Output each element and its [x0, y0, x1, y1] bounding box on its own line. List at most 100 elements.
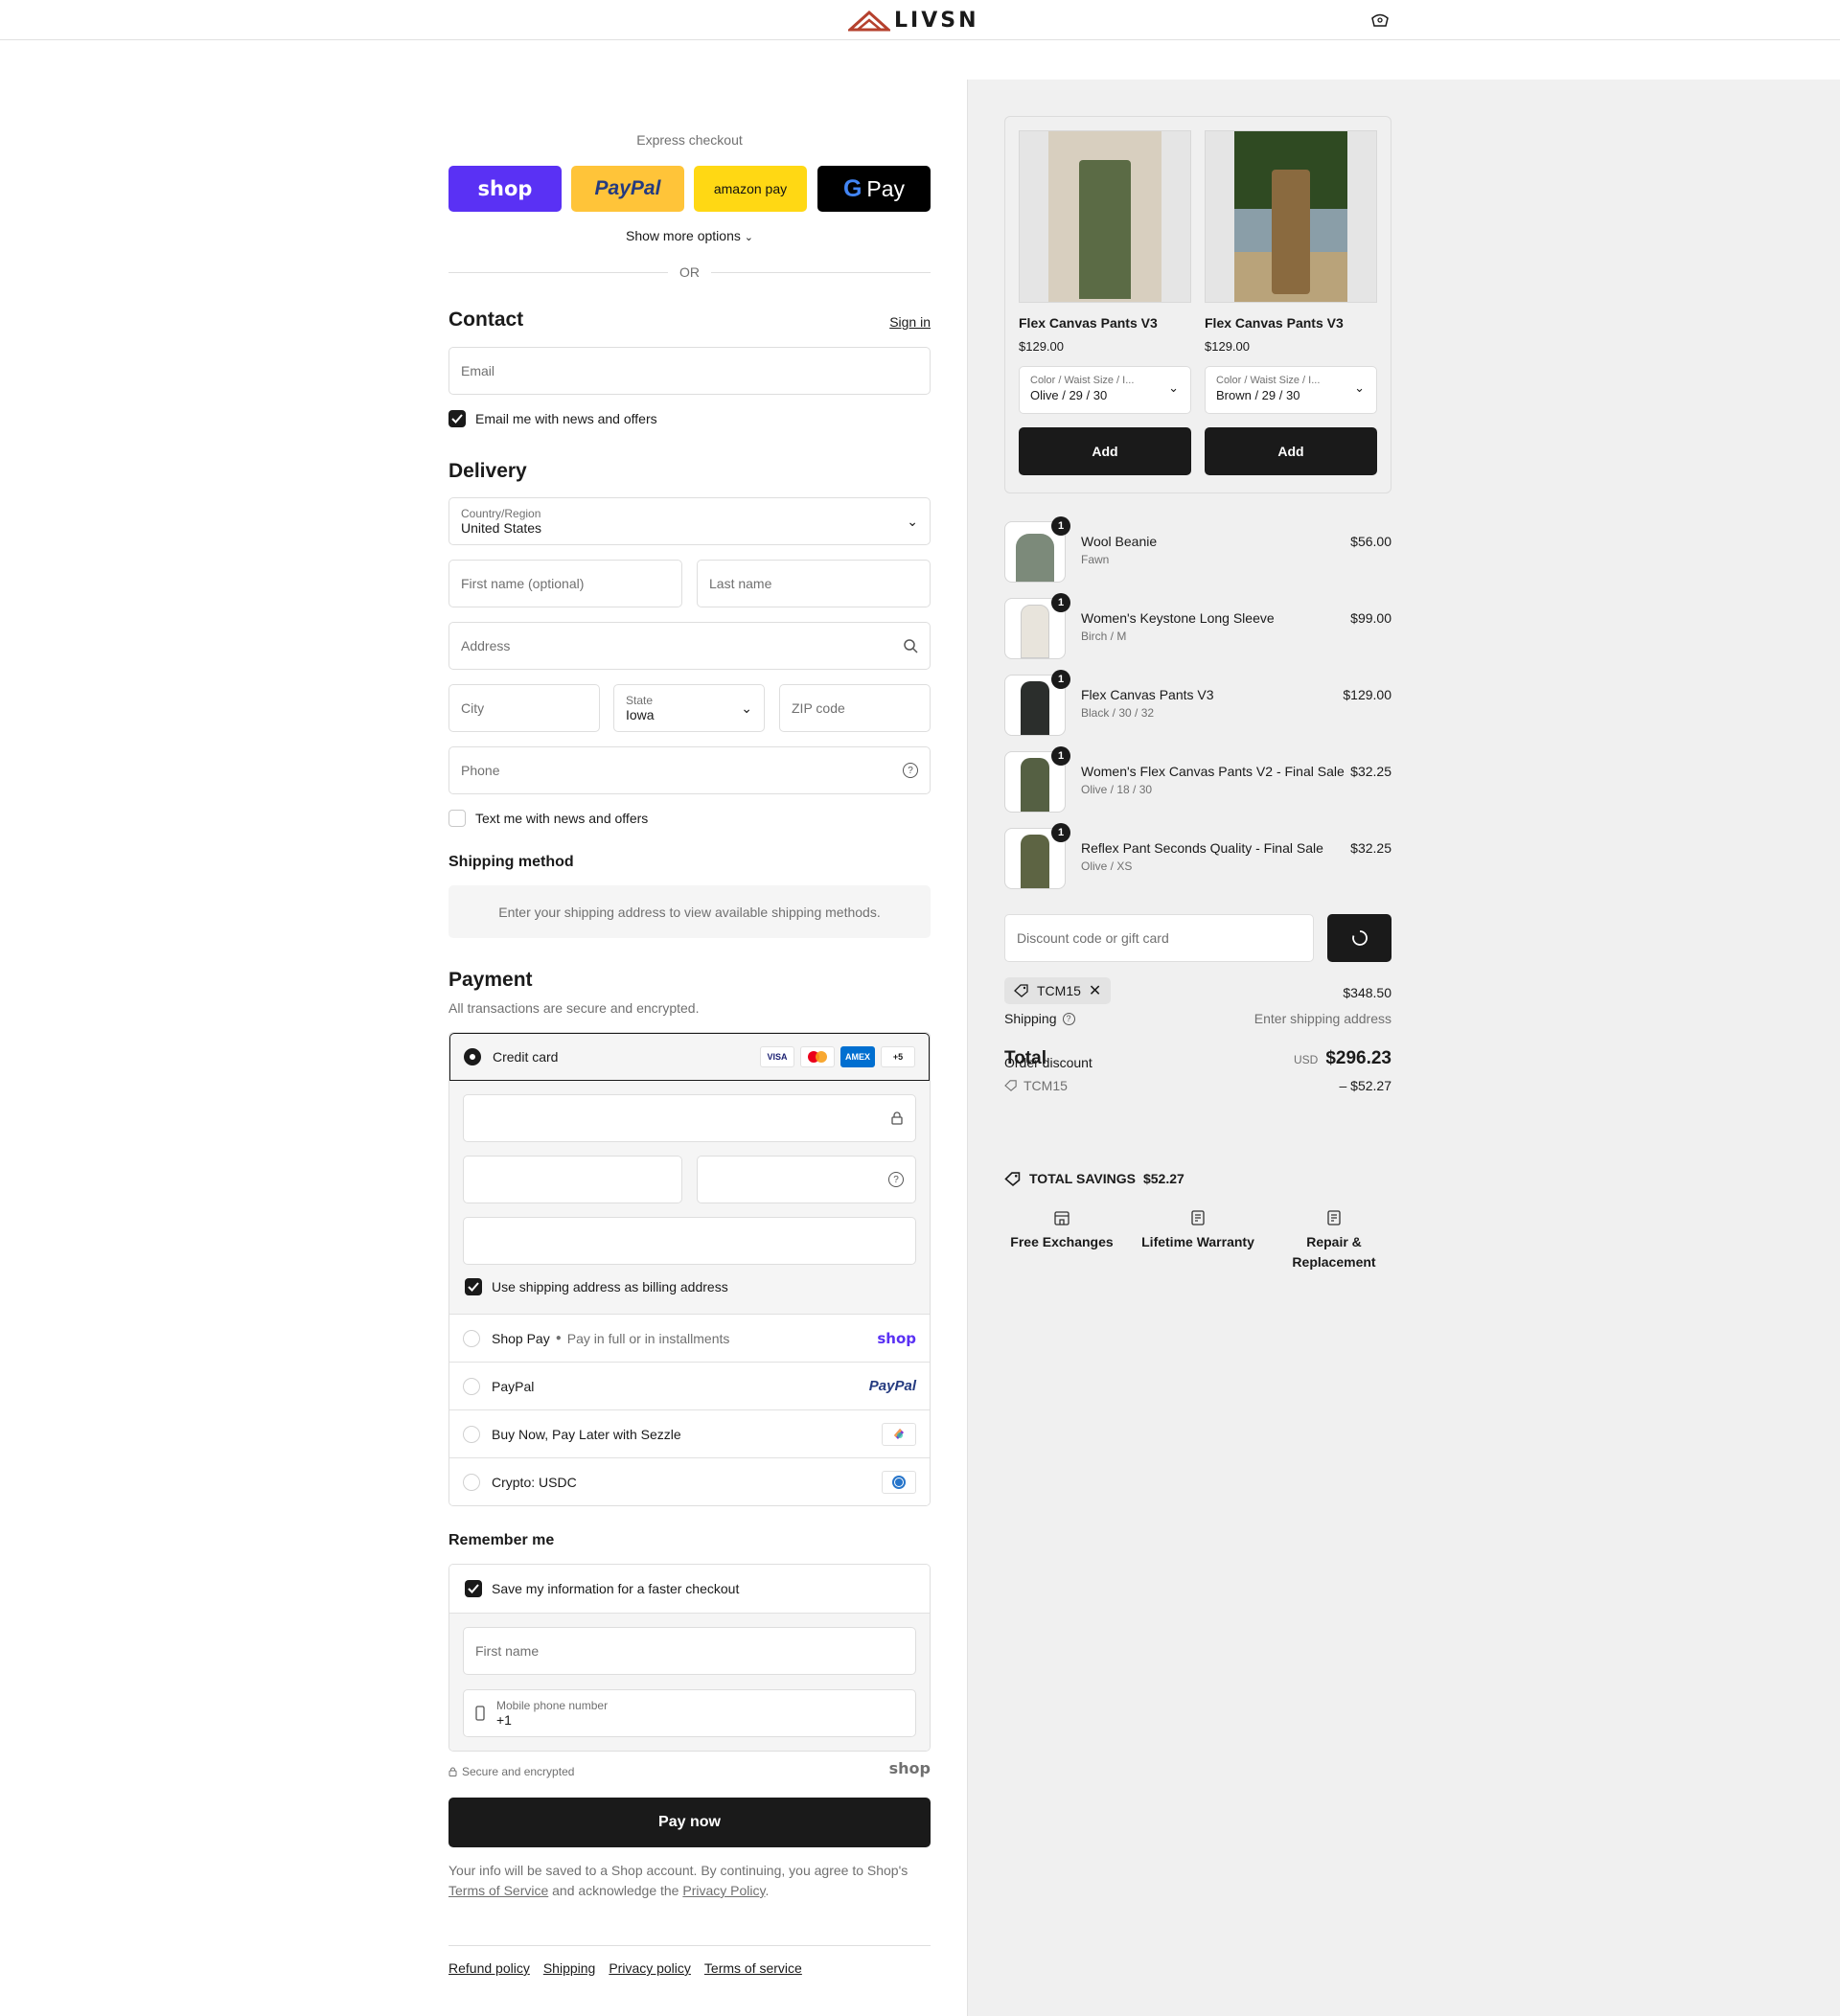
total-savings: TOTAL SAVINGS $52.27 — [1004, 1171, 1184, 1186]
product-image[interactable] — [1019, 130, 1191, 303]
total-value: $296.23 — [1325, 1048, 1392, 1068]
help-icon[interactable]: ? — [888, 1172, 904, 1187]
cart-item: 1 Women's Keystone Long Sleeve Birch / M … — [1004, 593, 1392, 659]
country-select[interactable]: Country/Region United States ⌄ — [448, 497, 931, 545]
item-name: Women's Flex Canvas Pants V2 - Final Sal… — [1081, 764, 1345, 779]
cart-item: 1 Flex Canvas Pants V3 Black / 30 / 32 $1… — [1004, 670, 1392, 736]
billing-address-checkbox[interactable] — [465, 1278, 482, 1295]
item-name: Flex Canvas Pants V3 — [1081, 687, 1214, 702]
paypal-radio[interactable] — [463, 1377, 480, 1395]
pay-now-button[interactable]: Pay now — [448, 1798, 931, 1847]
variant-select[interactable]: Color / Waist Size / I... Olive / 29 / 3… — [1019, 366, 1191, 414]
google-pay-button[interactable]: G Pay — [817, 166, 931, 212]
email-news-checkbox[interactable] — [448, 410, 466, 427]
terms-of-service-link[interactable]: Terms of service — [704, 1960, 802, 1976]
refund-policy-link[interactable]: Refund policy — [448, 1960, 530, 1976]
security-code-field[interactable]: ? — [697, 1156, 916, 1203]
show-more-options-link[interactable]: Show more options ⌄ — [448, 228, 931, 243]
last-name-field[interactable]: Last name — [697, 560, 931, 607]
state-select[interactable]: State Iowa ⌄ — [613, 684, 765, 732]
sms-news-checkbox[interactable] — [448, 810, 466, 827]
save-info-row[interactable]: Save my information for a faster checkou… — [449, 1565, 930, 1613]
city-field[interactable]: City — [448, 684, 600, 732]
card-form: ? Use shipping address as billing addres… — [449, 1081, 930, 1314]
item-name: Women's Keystone Long Sleeve — [1081, 610, 1275, 626]
perk-lifetime-warranty: Lifetime Warranty — [1131, 1209, 1265, 1272]
billing-address-checkbox-row[interactable]: Use shipping address as billing address — [465, 1278, 728, 1295]
cart-item: 1 Women's Flex Canvas Pants V2 - Final S… — [1004, 746, 1392, 813]
zip-field[interactable]: ZIP code — [779, 684, 931, 732]
first-name-field[interactable]: First name (optional) — [448, 560, 682, 607]
quantity-badge: 1 — [1051, 670, 1070, 689]
paypal-button[interactable]: PayPal — [571, 166, 684, 212]
item-variant: Fawn — [1081, 553, 1110, 566]
subtotal-value: $348.50 — [1343, 985, 1392, 1000]
item-thumbnail: 1 — [1004, 746, 1070, 813]
shop-terms-link[interactable]: Terms of Service — [448, 1883, 548, 1898]
product-name: Flex Canvas Pants V3 — [1019, 315, 1158, 331]
subtotal-row: $348.50 — [1004, 985, 1392, 1000]
sms-news-checkbox-row[interactable]: Text me with news and offers — [448, 810, 648, 827]
privacy-policy-link[interactable]: Privacy policy — [609, 1960, 691, 1976]
email-field[interactable]: Email — [448, 347, 931, 395]
quantity-badge: 1 — [1051, 746, 1070, 766]
usdc-radio[interactable] — [463, 1473, 480, 1491]
recommended-products: Flex Canvas Pants V3 $129.00 Color / Wai… — [1004, 116, 1392, 493]
discount-line: TCM15 – $52.27 — [1004, 1078, 1392, 1093]
sezzle-option[interactable]: Buy Now, Pay Later with Sezzle — [449, 1409, 930, 1457]
product-name: Flex Canvas Pants V3 — [1205, 315, 1344, 331]
email-news-checkbox-row[interactable]: Email me with news and offers — [448, 410, 657, 427]
google-icon: G — [842, 174, 862, 202]
shop-pay-radio[interactable] — [463, 1329, 480, 1347]
remember-me-box: Save my information for a faster checkou… — [448, 1564, 931, 1752]
shipping-value: Enter shipping address — [1254, 1011, 1392, 1026]
more-cards-badge: +5 — [881, 1046, 915, 1067]
add-button[interactable]: Add — [1205, 427, 1377, 475]
variant-select[interactable]: Color / Waist Size / I... Brown / 29 / 3… — [1205, 366, 1377, 414]
document-icon — [1327, 1210, 1341, 1226]
paypal-logo: PayPal — [868, 1378, 916, 1394]
credit-card-option[interactable]: Credit card VISA AMEX +5 — [449, 1033, 930, 1081]
item-variant: Olive / 18 / 30 — [1081, 783, 1153, 796]
apply-discount-button[interactable] — [1327, 914, 1392, 962]
expiration-date-field[interactable] — [463, 1156, 682, 1203]
shop-pay-option[interactable]: Shop Pay ● Pay in full or in installment… — [449, 1314, 930, 1362]
chevron-down-icon: ⌄ — [1354, 380, 1365, 395]
sign-in-link[interactable]: Sign in — [889, 314, 931, 330]
phone-field[interactable]: Phone ? — [448, 746, 931, 794]
shop-pay-logo: shop — [877, 1329, 916, 1347]
add-button[interactable]: Add — [1019, 427, 1191, 475]
secure-encrypted-note: Secure and encrypted — [448, 1765, 574, 1778]
shop-pay-button[interactable]: shop — [448, 166, 562, 212]
discount-value: – $52.27 — [1339, 1078, 1392, 1093]
bag-icon[interactable] — [1370, 12, 1390, 31]
product-image[interactable] — [1205, 130, 1377, 303]
item-name: Wool Beanie — [1081, 534, 1158, 549]
help-icon[interactable]: ? — [1062, 1012, 1075, 1025]
shop-logo: shop — [888, 1759, 931, 1777]
paypal-option[interactable]: PayPal PayPal — [449, 1362, 930, 1409]
card-number-field[interactable] — [463, 1094, 916, 1142]
usdc-option[interactable]: Crypto: USDC — [449, 1457, 930, 1505]
item-thumbnail: 1 — [1004, 823, 1070, 889]
payment-methods: Credit card VISA AMEX +5 ? Use shipping … — [448, 1032, 931, 1506]
item-price: $32.25 — [1350, 840, 1392, 856]
discount-code-field[interactable]: Discount code or gift card — [1004, 914, 1314, 962]
shop-privacy-link[interactable]: Privacy Policy — [682, 1883, 765, 1898]
mobile-phone-icon — [475, 1706, 485, 1721]
shipping-policy-link[interactable]: Shipping — [543, 1960, 596, 1976]
payment-subtitle: All transactions are secure and encrypte… — [448, 1000, 700, 1016]
mobile-phone-field[interactable]: Mobile phone number +1 — [463, 1689, 916, 1737]
cart-item: 1 Wool Beanie Fawn $56.00 — [1004, 516, 1392, 583]
save-info-checkbox[interactable] — [465, 1580, 482, 1597]
name-on-card-field[interactable] — [463, 1217, 916, 1265]
amazon-pay-button[interactable]: amazon pay — [694, 166, 807, 212]
chevron-down-icon: ⌄ — [907, 513, 918, 529]
lock-icon — [891, 1111, 903, 1125]
help-icon[interactable]: ? — [903, 763, 918, 778]
remember-first-name-field[interactable]: First name — [463, 1627, 916, 1675]
legal-text: Your info will be saved to a Shop accoun… — [448, 1863, 908, 1898]
address-field[interactable]: Address — [448, 622, 931, 670]
credit-card-radio[interactable] — [464, 1048, 481, 1065]
sezzle-radio[interactable] — [463, 1425, 480, 1443]
